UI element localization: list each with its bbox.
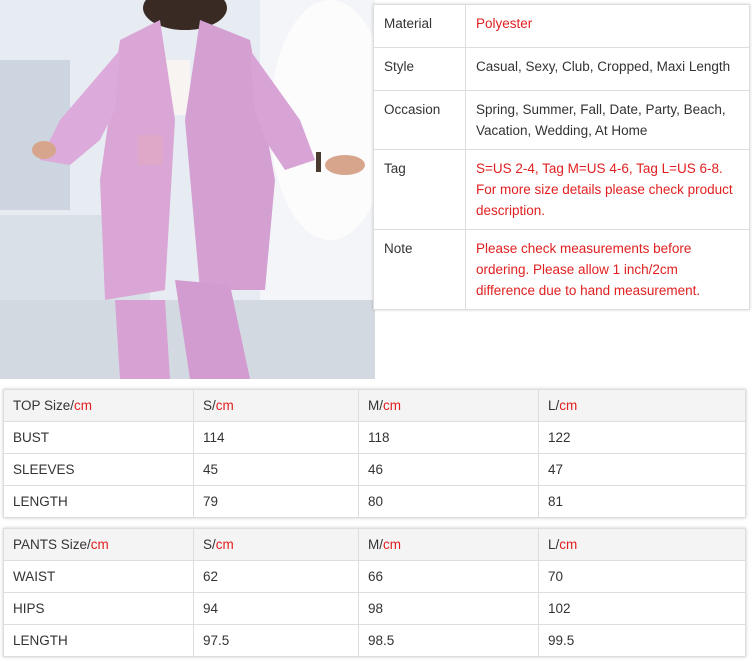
measure-value: 81 — [538, 485, 746, 518]
measure-value: 70 — [538, 560, 746, 593]
size-header-cell: L/cm — [538, 528, 746, 561]
size-header-cell: S/cm — [193, 389, 359, 422]
attr-key: Occasion — [373, 90, 466, 150]
attr-key: Tag — [373, 149, 466, 230]
size-unit: cm — [559, 398, 578, 413]
size-unit: cm — [90, 537, 109, 552]
measure-value: 99.5 — [538, 624, 746, 657]
size-header-cell: L/cm — [538, 389, 746, 422]
table-row: LENGTH 79 80 81 — [3, 485, 746, 518]
table-row: WAIST 62 66 70 — [3, 560, 746, 593]
measure-name: BUST — [3, 421, 194, 454]
attr-row-occasion: Occasion Spring, Summer, Fall, Date, Par… — [373, 90, 750, 150]
size-unit: cm — [559, 537, 578, 552]
size-header-cell: PANTS Size/cm — [3, 528, 194, 561]
measure-value: 62 — [193, 560, 359, 593]
size-unit: cm — [74, 398, 93, 413]
measure-name: WAIST — [3, 560, 194, 593]
attr-value: Casual, Sexy, Club, Cropped, Maxi Length — [465, 47, 750, 91]
measure-value: 66 — [358, 560, 539, 593]
attr-key: Style — [373, 47, 466, 91]
product-photo-illustration — [0, 0, 375, 379]
measure-name: HIPS — [3, 592, 194, 625]
measure-value: 79 — [193, 485, 359, 518]
attr-row-note: Note Please check measurements before or… — [373, 229, 750, 310]
attr-key: Note — [373, 229, 466, 310]
measure-value: 98.5 — [358, 624, 539, 657]
attr-value: Polyester — [465, 4, 750, 48]
measure-value: 45 — [193, 453, 359, 486]
size-header-label: TOP Size/ — [13, 398, 75, 413]
table-row: LENGTH 97.5 98.5 99.5 — [3, 624, 746, 657]
size-header-cell: M/cm — [358, 389, 539, 422]
size-header-label: S/ — [203, 398, 216, 413]
size-header-label: L/ — [548, 398, 560, 413]
size-header-row: PANTS Size/cm S/cm M/cm L/cm — [3, 528, 746, 561]
table-row: HIPS 94 98 102 — [3, 592, 746, 625]
size-header-cell: TOP Size/cm — [3, 389, 194, 422]
measure-name: LENGTH — [3, 485, 194, 518]
size-header-label: M/ — [368, 537, 383, 552]
attr-row-material: Material Polyester — [373, 4, 750, 48]
measure-value: 80 — [358, 485, 539, 518]
pants-size-table: PANTS Size/cm S/cm M/cm L/cm WAIST 62 66… — [3, 528, 746, 657]
measure-value: 47 — [538, 453, 746, 486]
size-header-label: PANTS Size/ — [13, 537, 91, 552]
measure-value: 114 — [193, 421, 359, 454]
table-row: SLEEVES 45 46 47 — [3, 453, 746, 486]
attr-key: Material — [373, 4, 466, 48]
size-unit: cm — [383, 537, 401, 552]
size-header-cell: M/cm — [358, 528, 539, 561]
size-header-cell: S/cm — [193, 528, 359, 561]
measure-value: 122 — [538, 421, 746, 454]
attr-value: Please check measurements before orderin… — [465, 229, 750, 310]
size-header-row: TOP Size/cm S/cm M/cm L/cm — [3, 389, 746, 422]
measure-value: 97.5 — [193, 624, 359, 657]
attr-row-tag: Tag S=US 2-4, Tag M=US 4-6, Tag L=US 6-8… — [373, 149, 750, 230]
measure-value: 102 — [538, 592, 746, 625]
size-header-label: M/ — [368, 398, 383, 413]
size-unit: cm — [215, 537, 234, 552]
attr-value: Spring, Summer, Fall, Date, Party, Beach… — [465, 90, 750, 150]
product-attributes-table: Material Polyester Style Casual, Sexy, C… — [373, 4, 750, 310]
measure-value: 46 — [358, 453, 539, 486]
top-size-table: TOP Size/cm S/cm M/cm L/cm BUST 114 118 … — [3, 389, 746, 518]
table-row: BUST 114 118 122 — [3, 421, 746, 454]
measure-value: 98 — [358, 592, 539, 625]
size-header-label: S/ — [203, 537, 216, 552]
product-photo — [0, 0, 375, 379]
measure-value: 118 — [358, 421, 539, 454]
attr-row-style: Style Casual, Sexy, Club, Cropped, Maxi … — [373, 47, 750, 91]
measure-name: SLEEVES — [3, 453, 194, 486]
measure-name: LENGTH — [3, 624, 194, 657]
size-unit: cm — [383, 398, 401, 413]
size-unit: cm — [215, 398, 234, 413]
attr-value: S=US 2-4, Tag M=US 4-6, Tag L=US 6-8. Fo… — [465, 149, 750, 230]
size-header-label: L/ — [548, 537, 560, 552]
measure-value: 94 — [193, 592, 359, 625]
